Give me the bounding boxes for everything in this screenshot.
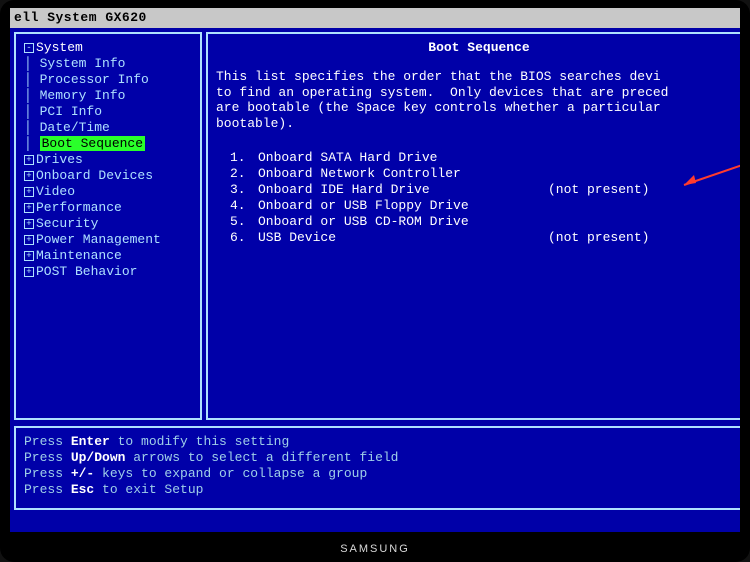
boot-name: Onboard SATA Hard Drive (258, 150, 548, 166)
nav-label: Boot Sequence (40, 136, 145, 152)
boot-index: 6. (230, 230, 258, 246)
boot-status: (not present) (548, 230, 649, 246)
nav-group-maintenance[interactable]: +Maintenance (24, 248, 192, 264)
nav-group-post-behavior[interactable]: +POST Behavior (24, 264, 192, 280)
boot-name: Onboard or USB Floppy Drive (258, 198, 548, 214)
nav-group-performance[interactable]: +Performance (24, 200, 192, 216)
nav-group-drives[interactable]: +Drives (24, 152, 192, 168)
boot-index: 2. (230, 166, 258, 182)
nav-label: Processor Info (40, 72, 149, 88)
monitor-frame: ell System GX620 - System System Info Pr… (0, 0, 750, 562)
boot-index: 3. (230, 182, 258, 198)
nav-group-system[interactable]: - System (24, 40, 192, 56)
bios-screen: ell System GX620 - System System Info Pr… (10, 8, 740, 532)
boot-status: (not present) (548, 182, 649, 198)
title-bar: ell System GX620 (10, 8, 740, 28)
nav-label: Power Management (36, 232, 161, 248)
nav-label: Date/Time (40, 120, 110, 136)
boot-item-1[interactable]: 1.Onboard SATA Hard Drive (230, 150, 740, 166)
page-description: This list specifies the order that the B… (216, 69, 740, 131)
nav-label: Onboard Devices (36, 168, 153, 184)
boot-item-5[interactable]: 5.Onboard or USB CD-ROM Drive (230, 214, 740, 230)
key-plusminus: +/- (71, 466, 94, 481)
nav-label: Maintenance (36, 248, 122, 264)
nav-item-pci-info[interactable]: PCI Info (24, 104, 192, 120)
nav-label: Performance (36, 200, 122, 216)
nav-label: Security (36, 216, 98, 232)
boot-item-4[interactable]: 4.Onboard or USB Floppy Drive (230, 198, 740, 214)
title-bar-text: ell System GX620 (14, 10, 147, 25)
expand-icon[interactable]: + (24, 219, 34, 229)
nav-item-boot-sequence[interactable]: Boot Sequence (24, 136, 192, 152)
key-updown: Up/Down (71, 450, 126, 465)
expand-icon[interactable]: + (24, 187, 34, 197)
monitor-brand-label: SAMSUNG (340, 543, 410, 556)
boot-name: Onboard IDE Hard Drive (258, 182, 548, 198)
nav-label: PCI Info (40, 104, 102, 120)
collapse-icon[interactable]: - (24, 43, 34, 53)
nav-group-video[interactable]: +Video (24, 184, 192, 200)
nav-group-power-management[interactable]: +Power Management (24, 232, 192, 248)
expand-icon[interactable]: + (24, 203, 34, 213)
expand-icon[interactable]: + (24, 155, 34, 165)
help-panel: Press Enter to modify this setting Press… (14, 426, 740, 510)
boot-index: 1. (230, 150, 258, 166)
nav-label: Drives (36, 152, 83, 168)
boot-item-6[interactable]: 6.USB Device(not present) (230, 230, 740, 246)
boot-sequence-list[interactable]: 1.Onboard SATA Hard Drive 2.Onboard Netw… (216, 150, 740, 246)
nav-group-security[interactable]: +Security (24, 216, 192, 232)
nav-item-memory-info[interactable]: Memory Info (24, 88, 192, 104)
expand-icon[interactable]: + (24, 235, 34, 245)
boot-name: Onboard Network Controller (258, 166, 548, 182)
nav-label: Memory Info (40, 88, 126, 104)
expand-icon[interactable]: + (24, 251, 34, 261)
boot-name: USB Device (258, 230, 548, 246)
help-line-plusminus: Press +/- keys to expand or collapse a g… (24, 466, 740, 482)
nav-label: Video (36, 184, 75, 200)
boot-item-2[interactable]: 2.Onboard Network Controller (230, 166, 740, 182)
expand-icon[interactable]: + (24, 171, 34, 181)
key-esc: Esc (71, 482, 94, 497)
boot-index: 4. (230, 198, 258, 214)
nav-label: System Info (40, 56, 126, 72)
boot-item-3[interactable]: 3.Onboard IDE Hard Drive(not present) (230, 182, 740, 198)
boot-name: Onboard or USB CD-ROM Drive (258, 214, 548, 230)
help-line-enter: Press Enter to modify this setting (24, 434, 740, 450)
nav-item-date-time[interactable]: Date/Time (24, 120, 192, 136)
workspace: - System System Info Processor Info Memo… (10, 28, 740, 532)
key-enter: Enter (71, 434, 110, 449)
boot-index: 5. (230, 214, 258, 230)
nav-label: System (36, 40, 83, 56)
nav-item-processor-info[interactable]: Processor Info (24, 72, 192, 88)
nav-label: POST Behavior (36, 264, 137, 280)
content-panel: Boot Sequence This list specifies the or… (206, 32, 740, 420)
nav-panel: - System System Info Processor Info Memo… (14, 32, 202, 420)
help-line-esc: Press Esc to exit Setup (24, 482, 740, 498)
help-line-updown: Press Up/Down arrows to select a differe… (24, 450, 740, 466)
nav-item-system-info[interactable]: System Info (24, 56, 192, 72)
page-title: Boot Sequence (216, 40, 740, 56)
expand-icon[interactable]: + (24, 267, 34, 277)
nav-group-onboard-devices[interactable]: +Onboard Devices (24, 168, 192, 184)
